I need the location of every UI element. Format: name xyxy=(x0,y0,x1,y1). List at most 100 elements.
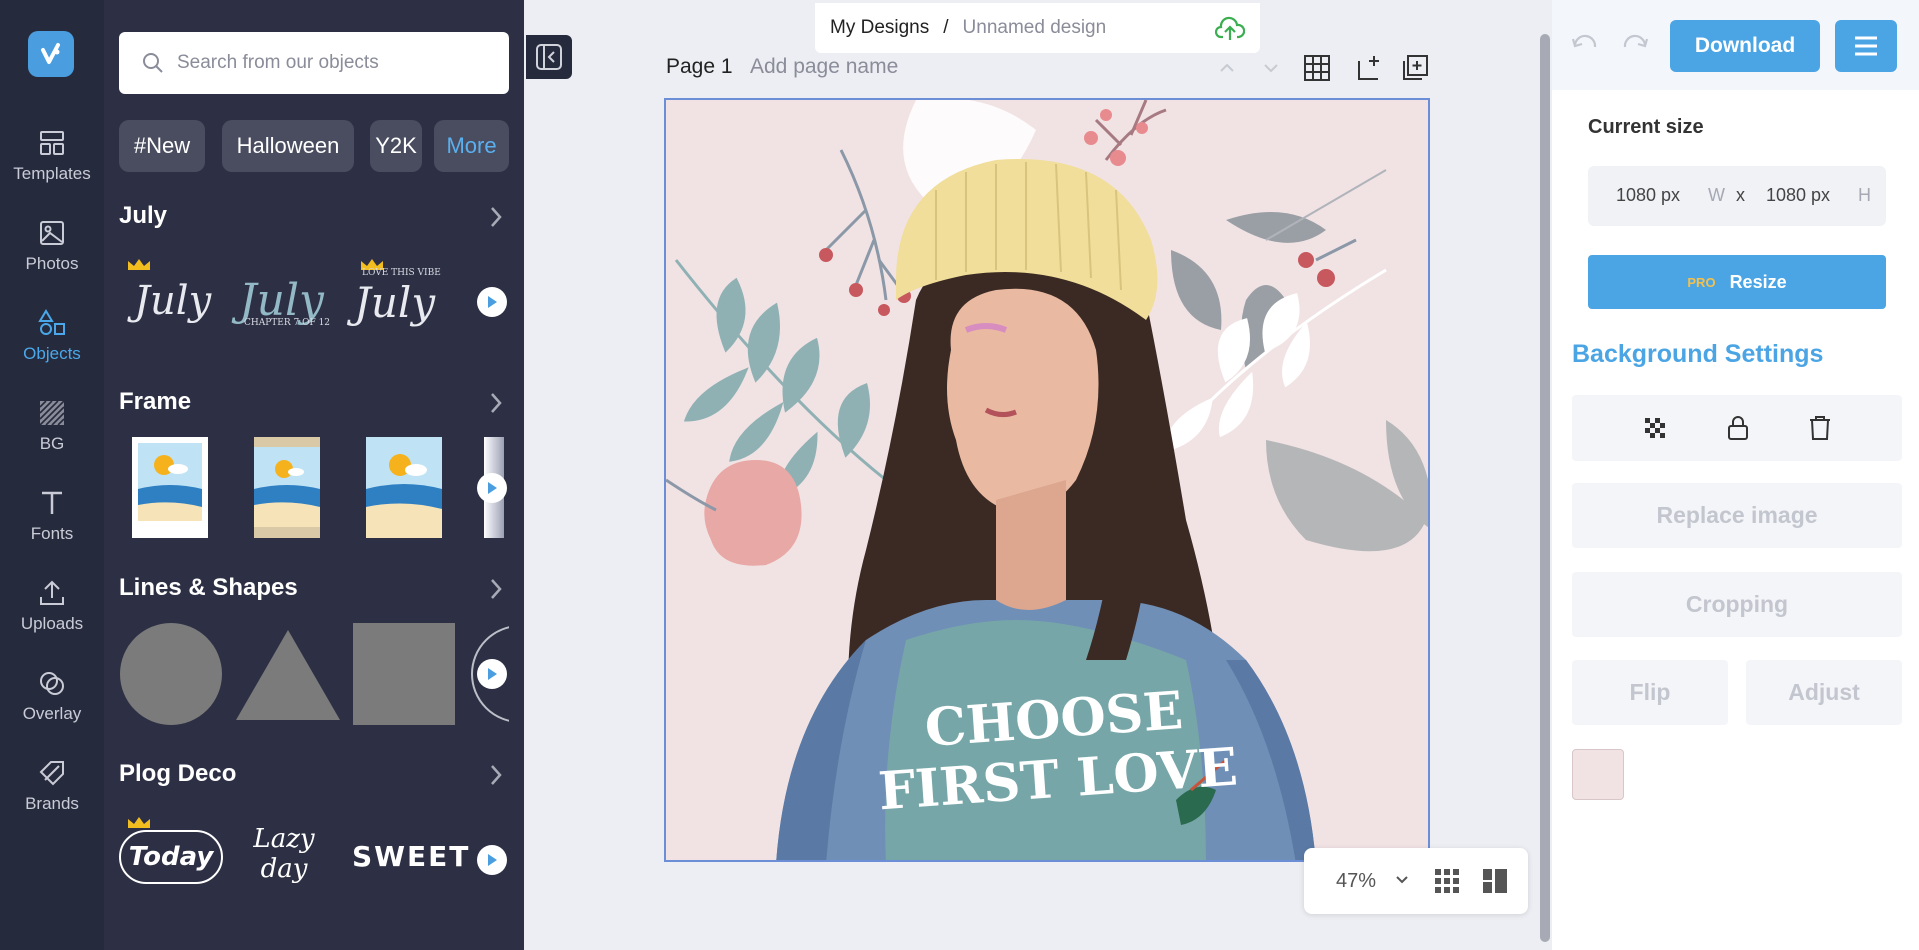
frame-thumb-3[interactable] xyxy=(366,437,442,538)
rail-item-photos[interactable]: Photos xyxy=(0,218,104,298)
rail-label: Objects xyxy=(23,344,81,364)
left-rail: Templates Photos Objects BG Fonts Upload… xyxy=(0,0,104,950)
section-title-plog-deco: Plog Deco xyxy=(119,760,236,788)
background-settings-title: Background Settings xyxy=(1572,340,1823,369)
resize-button[interactable]: PRO Resize xyxy=(1588,255,1886,309)
rail-label: Brands xyxy=(25,794,79,814)
pro-badge: PRO xyxy=(1687,275,1715,290)
page-list-icon[interactable] xyxy=(1482,868,1508,894)
search-icon xyxy=(141,51,165,75)
background-tools xyxy=(1572,395,1902,461)
width-input[interactable]: 1080 px xyxy=(1616,185,1680,206)
rail-item-templates[interactable]: Templates xyxy=(0,128,104,208)
chip-new[interactable]: #New xyxy=(119,120,205,172)
lock-icon[interactable] xyxy=(1724,414,1752,442)
deco-lazy-day[interactable]: Lazy day xyxy=(234,824,334,894)
breadcrumb: My Designs / Unnamed design xyxy=(815,3,1260,53)
design-name[interactable]: Unnamed design xyxy=(963,17,1107,39)
photos-icon xyxy=(37,218,67,248)
rail-item-uploads[interactable]: Uploads xyxy=(0,578,104,658)
deco-today[interactable]: Today xyxy=(119,830,223,884)
resize-label: Resize xyxy=(1730,272,1787,293)
frame-thumb-1[interactable] xyxy=(132,437,208,538)
rail-label: Photos xyxy=(26,254,79,274)
rail-item-fonts[interactable]: Fonts xyxy=(0,488,104,568)
chip-y2k[interactable]: Y2K xyxy=(370,120,422,172)
rail-item-bg[interactable]: BG xyxy=(0,398,104,478)
logo-icon xyxy=(36,39,66,69)
objects-icon xyxy=(37,308,67,338)
rail-label: Overlay xyxy=(23,704,82,724)
flip-button[interactable]: Flip xyxy=(1572,660,1728,725)
chevron-right-icon[interactable] xyxy=(484,391,508,415)
crown-icon xyxy=(126,816,152,830)
zoom-value[interactable]: 47% xyxy=(1336,870,1376,893)
add-page-icon[interactable] xyxy=(1354,53,1384,83)
rail-label: Fonts xyxy=(31,524,74,544)
play-icon xyxy=(486,853,498,867)
play-button[interactable] xyxy=(477,659,507,689)
grid-view-icon[interactable] xyxy=(1434,868,1460,894)
grid-icon[interactable] xyxy=(1302,53,1332,83)
circle-shape[interactable] xyxy=(119,623,223,725)
square-shape[interactable] xyxy=(353,623,455,725)
page-name-input[interactable]: Add page name xyxy=(750,55,898,79)
replace-image-button[interactable]: Replace image xyxy=(1572,483,1902,548)
page-bar: Page 1 Add page name xyxy=(666,55,1430,89)
duplicate-page-icon[interactable] xyxy=(1400,53,1430,83)
design-canvas[interactable]: CHOOSE FIRST LOVE xyxy=(664,98,1430,862)
triangle-shape[interactable] xyxy=(236,630,340,720)
play-button[interactable] xyxy=(477,845,507,875)
collapse-panel-button[interactable] xyxy=(526,35,572,79)
height-input[interactable]: 1080 px xyxy=(1766,185,1830,206)
berry-twig xyxy=(826,150,901,300)
play-button[interactable] xyxy=(477,473,507,503)
chevron-up-icon[interactable] xyxy=(1212,53,1242,83)
frame-thumb-2[interactable] xyxy=(254,437,320,538)
cropping-button[interactable]: Cropping xyxy=(1572,572,1902,637)
july-thumb-3[interactable]: July xyxy=(354,278,435,327)
trash-icon[interactable] xyxy=(1806,414,1834,442)
search-input[interactable]: Search from our objects xyxy=(119,32,509,94)
rail-item-overlay[interactable]: Overlay xyxy=(0,668,104,748)
height-unit: H xyxy=(1858,185,1871,206)
menu-button[interactable] xyxy=(1835,20,1897,72)
upload-icon xyxy=(37,578,67,608)
zoom-control: 47% xyxy=(1304,848,1528,914)
play-icon xyxy=(486,481,498,495)
play-icon xyxy=(486,667,498,681)
play-button[interactable] xyxy=(477,287,507,317)
fonts-icon xyxy=(37,488,67,518)
chevron-right-icon[interactable] xyxy=(484,577,508,601)
deco-sweet[interactable]: SWEET xyxy=(352,840,470,873)
play-icon xyxy=(486,295,498,309)
rail-label: Templates xyxy=(13,164,90,184)
july-thumb-1[interactable]: July xyxy=(134,278,211,324)
undo-icon[interactable] xyxy=(1571,33,1599,59)
background-color-swatch[interactable] xyxy=(1572,749,1624,800)
transparency-icon[interactable] xyxy=(1641,414,1669,442)
section-title-july: July xyxy=(119,202,167,230)
redo-icon[interactable] xyxy=(1621,33,1649,59)
chevron-right-icon[interactable] xyxy=(484,763,508,787)
chevron-down-icon[interactable] xyxy=(1394,872,1410,888)
chip-more[interactable]: More xyxy=(434,120,509,172)
rail-item-brands[interactable]: Brands xyxy=(0,758,104,838)
section-title-frame: Frame xyxy=(119,388,191,416)
chevron-right-icon[interactable] xyxy=(484,205,508,229)
brands-icon xyxy=(37,758,67,788)
cloud-upload-icon[interactable] xyxy=(1215,16,1245,42)
bg-icon xyxy=(37,398,67,428)
collapse-icon xyxy=(535,43,563,71)
chip-halloween[interactable]: Halloween xyxy=(222,120,354,172)
chevron-down-icon[interactable] xyxy=(1256,53,1286,83)
app-logo[interactable] xyxy=(28,31,74,77)
rail-item-objects[interactable]: Objects xyxy=(0,308,104,388)
download-button[interactable]: Download xyxy=(1670,20,1820,72)
grey-leaf xyxy=(1226,212,1326,243)
vertical-scrollbar[interactable] xyxy=(1540,34,1550,942)
breadcrumb-my-designs[interactable]: My Designs xyxy=(830,17,929,39)
templates-icon xyxy=(37,128,67,158)
adjust-button[interactable]: Adjust xyxy=(1746,660,1902,725)
width-unit: W xyxy=(1708,185,1725,206)
